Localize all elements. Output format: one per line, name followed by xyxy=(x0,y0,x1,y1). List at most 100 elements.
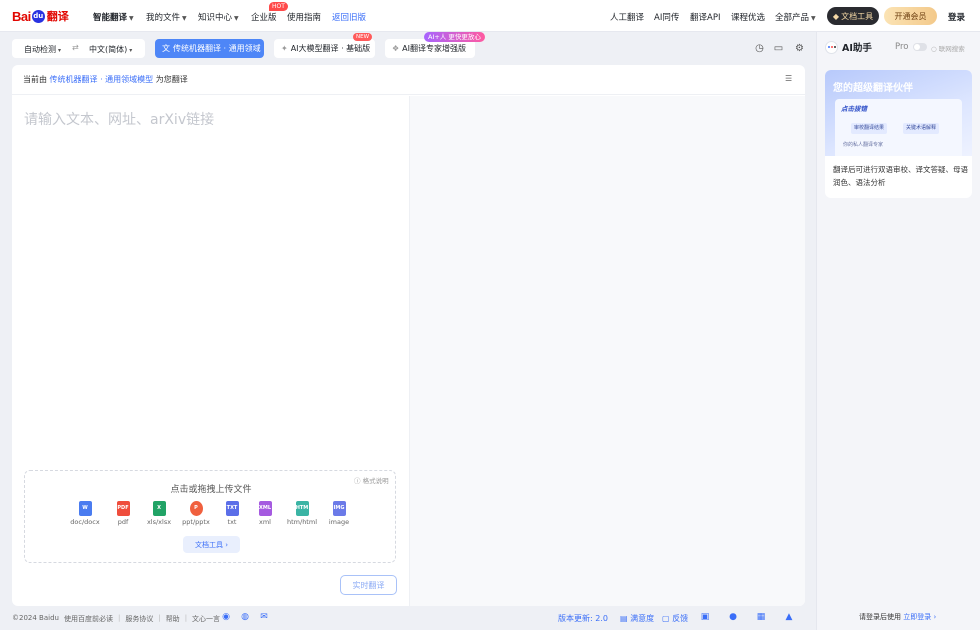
doc-tool-button[interactable]: ◆ 文档工具 xyxy=(827,7,879,25)
nav-enterprise[interactable]: 企业版 xyxy=(251,11,277,23)
nav-knowledge-center[interactable]: 知识中心 ▼ xyxy=(198,11,239,23)
ai-human-badge: AI+人 更快更放心 xyxy=(424,32,485,42)
promo-description: 翻译后可进行双语审校、译文答疑、母语润色、语法分析 xyxy=(833,165,968,187)
mail-icon[interactable]: ✉ xyxy=(259,612,269,622)
promo-click-text: 点击拔错 xyxy=(841,105,867,113)
nav-back-old-version[interactable]: 返回旧版 xyxy=(332,11,366,23)
ai-assistant-title: AI助手 xyxy=(842,43,872,54)
satisfaction-link[interactable]: ▤ 满意度 xyxy=(620,613,654,624)
ai-assistant-header: AI助手 xyxy=(825,40,872,54)
source-input-placeholder[interactable]: 请输入文本、网址、arXiv链接 xyxy=(24,109,214,129)
nav-user-guide[interactable]: 使用指南 xyxy=(287,11,321,23)
logo-paw-icon: du xyxy=(31,9,45,23)
nav-courses[interactable]: 课程优选 xyxy=(731,11,765,23)
weibo-icon[interactable]: ◉ xyxy=(221,612,231,622)
html-icon: HTM xyxy=(295,501,309,516)
diamond-icon: ◆ xyxy=(832,11,840,21)
chevron-down-icon: ▼ xyxy=(182,15,187,22)
promo-card: 您的超级翻译伙伴 点击拔错 审校翻译结果 关键术语解释 你的私人翻译专家 翻译后… xyxy=(825,70,972,198)
file-upload-dropzone[interactable]: 点击或拖拽上传文件 ⓘ 格式说明 W doc/docx PDF pdf X xl… xyxy=(24,470,396,563)
translate-icon: 文 xyxy=(162,44,170,53)
survey-icon: ▤ xyxy=(620,614,628,623)
chevron-down-icon: ▾ xyxy=(58,47,62,54)
file-type-doc[interactable]: W doc/docx xyxy=(67,501,103,526)
nav-smart-translate[interactable]: 智能翻译 ▼ xyxy=(93,11,134,23)
baidu-fanyi-logo[interactable]: Bai du 翻译 xyxy=(12,8,69,24)
ppt-icon: P xyxy=(189,501,203,516)
pro-toggle[interactable] xyxy=(913,43,927,51)
sidebar-login-hint: 请登录后使用 立即登录 › xyxy=(859,613,937,621)
source-text-area[interactable]: 请输入文本、网址、arXiv链接 点击或拖拽上传文件 ⓘ 格式说明 W doc/… xyxy=(12,96,409,606)
wechat-icon[interactable]: ◍ xyxy=(240,612,250,622)
login-button[interactable]: 登录 xyxy=(948,11,965,23)
footer-links: ©2024 Baidu 使用百度前必读 | 服务协议 | 帮助 | 文心一言 xyxy=(12,614,221,624)
mode-traditional-mt[interactable]: 文 传统机器翻译 · 通用领域 xyxy=(155,39,264,58)
upload-doc-tool-button[interactable]: 文档工具 › xyxy=(183,536,240,553)
file-type-xml[interactable]: XML xml xyxy=(247,501,283,526)
chevron-down-icon: ▼ xyxy=(811,15,816,22)
ai-assistant-sidebar: AI助手 Pro ○ 联网搜索 您的超级翻译伙伴 点击拔错 审校翻译结果 关键术… xyxy=(816,32,980,630)
file-type-txt[interactable]: TXT txt xyxy=(214,501,250,526)
hot-badge: HOT xyxy=(269,2,288,11)
open-vip-button[interactable]: 开通会员 xyxy=(884,7,937,25)
xml-icon: XML xyxy=(258,501,272,516)
nav-my-files[interactable]: 我的文件 ▼ xyxy=(146,11,187,23)
format-info-link[interactable]: ⓘ 格式说明 xyxy=(354,475,389,485)
radio-dot-icon: ○ xyxy=(931,45,937,53)
realtime-translate-button[interactable]: 实时翻译 xyxy=(340,575,397,595)
file-type-pdf[interactable]: PDF pdf xyxy=(105,501,141,526)
upload-title: 点击或拖拽上传文件 xyxy=(170,485,252,495)
footer-link-help[interactable]: 帮助 xyxy=(166,614,180,624)
word-icon: W xyxy=(78,501,92,516)
translation-panel: 当前由 传统机器翻译 · 通用领域模型 为您翻译 ☰ 请输入文本、网址、arXi… xyxy=(12,65,805,606)
target-text-area xyxy=(409,96,805,606)
promo-banner: 您的超级翻译伙伴 点击拔错 审校翻译结果 关键术语解释 你的私人翻译专家 xyxy=(825,70,972,156)
source-language-select[interactable]: 自动检测 ▾ xyxy=(24,44,61,55)
android-icon[interactable]: ▣ xyxy=(700,612,710,622)
promo-line: 你的私人翻译专家 xyxy=(843,142,884,148)
nav-translate-api[interactable]: 翻译API xyxy=(690,11,720,23)
footer-link-wenxin[interactable]: 文心一言 xyxy=(192,614,220,624)
sidebar-login-link[interactable]: 立即登录 › xyxy=(903,613,936,621)
footer-link-agreement[interactable]: 服务协议 xyxy=(125,614,153,624)
txt-icon: TXT xyxy=(225,501,239,516)
ai-assistant-logo-icon xyxy=(825,40,838,54)
logo-text-bai: Bai xyxy=(12,8,31,24)
logo-text-fanyi: 翻译 xyxy=(46,10,69,23)
settings-icon[interactable]: ⚙ xyxy=(794,43,805,54)
file-type-html[interactable]: HTM htm/html xyxy=(284,501,320,526)
mode-ai-llm-basic[interactable]: ✦ AI大模型翻译 · 基础版 xyxy=(274,39,375,58)
feedback-icon: ▢ xyxy=(662,614,670,623)
history-icon[interactable]: ◷ xyxy=(754,43,765,54)
net-search-toggle[interactable]: ○ 联网搜索 xyxy=(931,43,965,53)
file-type-xls[interactable]: X xls/xlsx xyxy=(141,501,177,526)
top-header: Bai du 翻译 智能翻译 ▼ 我的文件 ▼ 知识中心 ▼ 企业版 HOT 使用指南… xyxy=(0,0,980,32)
chevron-down-icon: ▼ xyxy=(234,15,239,22)
version-update-link[interactable]: 版本更新: 2.0 xyxy=(558,613,608,624)
new-badge: NEW xyxy=(353,33,373,41)
apple-icon[interactable]: ● xyxy=(728,612,738,622)
windows-icon[interactable]: ▦ xyxy=(756,612,766,622)
excel-icon: X xyxy=(152,501,166,516)
promo-chip-review: 审校翻译结果 xyxy=(851,123,888,134)
folder-icon[interactable]: ▭ xyxy=(773,43,784,54)
pro-label: Pro xyxy=(895,42,909,52)
feedback-link[interactable]: ▢ 反馈 xyxy=(662,613,688,624)
promo-chip-terms: 关键术语解释 xyxy=(903,123,940,134)
nav-human-translation[interactable]: 人工翻译 xyxy=(610,11,644,23)
appstore-icon[interactable]: ▲ xyxy=(784,612,794,622)
file-type-ppt[interactable]: P ppt/pptx xyxy=(178,501,214,526)
engine-hint: 当前由 传统机器翻译 · 通用领域模型 为您翻译 xyxy=(23,75,188,84)
pdf-icon: PDF xyxy=(116,501,130,516)
promo-illustration: 点击拔错 审校翻译结果 关键术语解释 你的私人翻译专家 xyxy=(835,99,962,156)
footer-link-must-read[interactable]: 使用百度前必读 xyxy=(64,614,113,624)
list-settings-icon[interactable]: ☰ xyxy=(785,74,792,83)
chevron-down-icon: ▼ xyxy=(129,15,134,22)
language-selector: 自动检测 ▾ ⇄ 中文(简体) ▾ xyxy=(12,39,145,58)
engine-name[interactable]: 传统机器翻译 · 通用领域模型 xyxy=(50,75,154,84)
file-type-image[interactable]: IMG image xyxy=(321,501,357,526)
nav-all-products[interactable]: 全部产品 ▼ xyxy=(775,11,816,23)
swap-icon[interactable]: ⇄ xyxy=(72,43,79,52)
nav-ai-interpretation[interactable]: AI同传 xyxy=(654,11,679,23)
target-language-select[interactable]: 中文(简体) ▾ xyxy=(89,44,132,55)
